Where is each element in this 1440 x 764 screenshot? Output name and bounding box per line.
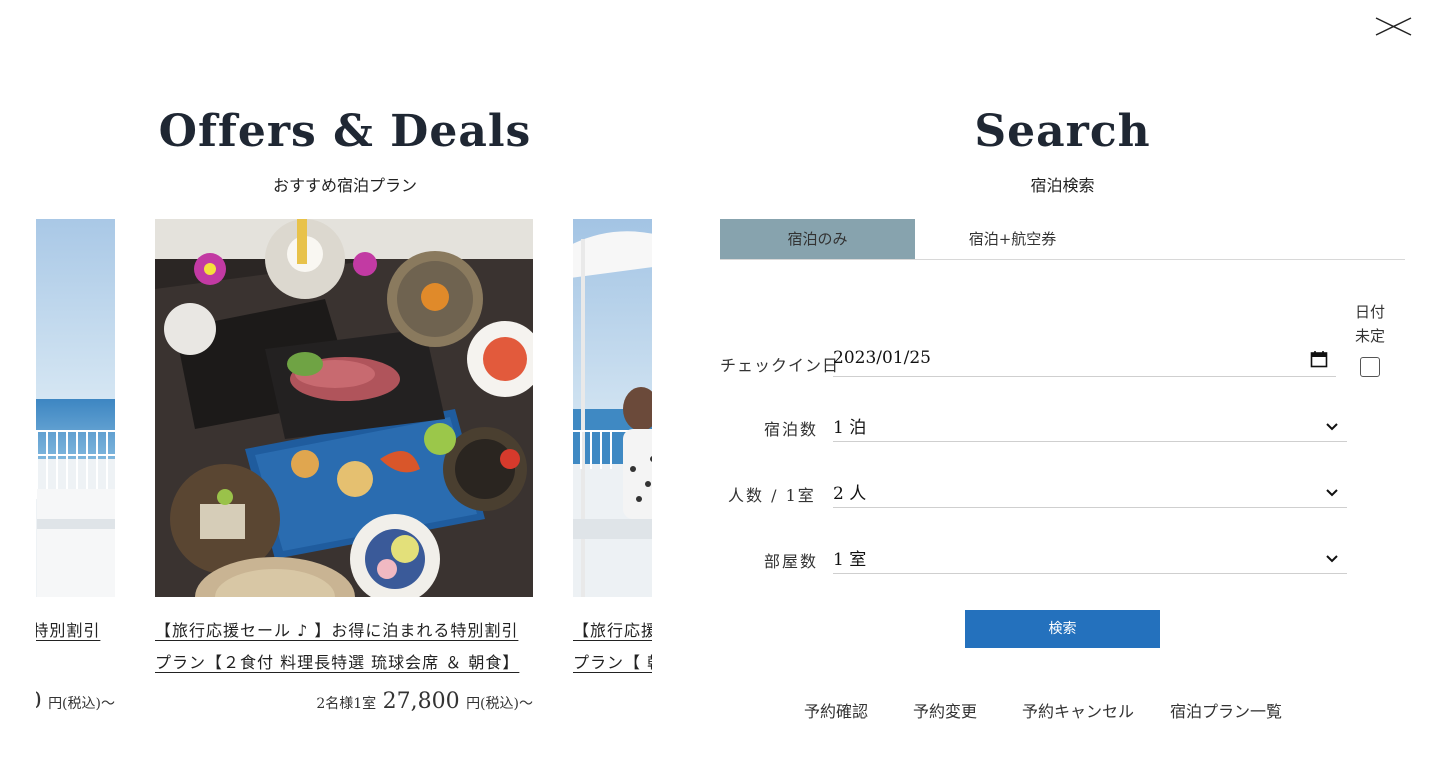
offer-card[interactable]: 【旅行応援セール ♪ 】お得に泊まれる特別割引プラン【２食付 料理長特選 琉球会… bbox=[155, 219, 533, 714]
people-value: 2 人 bbox=[833, 484, 867, 504]
rooms-select[interactable]: 1 室 bbox=[833, 542, 1347, 574]
offer-price: 0 円(税込)〜 bbox=[36, 689, 115, 714]
checkin-label: チェックイン日 bbox=[720, 356, 840, 375]
rooms-label: 部屋数 bbox=[764, 552, 819, 571]
date-undecided-label: 日付 未定 bbox=[1352, 300, 1388, 348]
checkin-date-value: 2023/01/25 bbox=[833, 348, 931, 368]
offer-price-suffix: 円(税込)〜 bbox=[48, 696, 115, 712]
chevron-down-icon bbox=[1326, 555, 1338, 563]
offer-price-suffix: 円(税込)〜 bbox=[466, 696, 533, 712]
chevron-down-icon bbox=[1326, 423, 1338, 431]
nights-label: 宿泊数 bbox=[764, 420, 819, 439]
offer-card[interactable]: 【旅行応援セール ♪ 】お得に泊まれる特別割引プラン【朝食】 0 円(税込)〜 bbox=[36, 219, 115, 714]
offer-photo-ocean[interactable] bbox=[36, 219, 115, 597]
rooms-value: 1 室 bbox=[833, 550, 867, 570]
offers-subtitle: おすすめ宿泊プラン bbox=[272, 176, 417, 195]
people-label: 人数 / 1室 bbox=[728, 486, 816, 505]
search-tabs: 宿泊のみ 宿泊+航空券 bbox=[720, 219, 1405, 260]
offer-photo-ryukyu-kaiseki[interactable] bbox=[155, 219, 533, 597]
search-button[interactable]: 検索 bbox=[965, 610, 1160, 648]
people-select[interactable]: 2 人 bbox=[833, 476, 1347, 508]
nights-select[interactable]: 1 泊 bbox=[833, 410, 1347, 442]
chevron-down-icon bbox=[1326, 489, 1338, 497]
offers-section: Offers & Deals おすすめ宿泊プラン 特別割引 円(税込)〜 【旅行… bbox=[0, 0, 690, 764]
search-title: Search bbox=[974, 106, 1151, 157]
offer-price: 2名様1室 27,800 円(税込)〜 bbox=[316, 689, 533, 714]
nights-value: 1 泊 bbox=[833, 418, 867, 438]
link-reservation-change[interactable]: 予約変更 bbox=[913, 698, 977, 722]
tab-stay-plus-flight[interactable]: 宿泊+航空券 bbox=[915, 219, 1110, 259]
offer-card[interactable]: 【旅行応援セール ♪ 】お得に泊まれる特別割引プラン【 朝食】 bbox=[573, 219, 652, 679]
date-undecided-label-line2: 未定 bbox=[1354, 327, 1385, 345]
offers-carousel[interactable]: 【旅行応援セール ♪ 】お得に泊まれる特別割引プラン【朝食】 0 円(税込)〜 bbox=[36, 219, 652, 739]
link-plan-list[interactable]: 宿泊プラン一覧 bbox=[1170, 698, 1282, 722]
offer-price-prefix: 2名様1室 bbox=[316, 696, 377, 712]
link-reservation-confirm[interactable]: 予約確認 bbox=[804, 698, 868, 722]
offer-title[interactable]: 【旅行応援セール ♪ 】お得に泊まれる特別割引プラン【 朝食】 bbox=[573, 615, 652, 679]
tab-stay-only[interactable]: 宿泊のみ bbox=[720, 219, 915, 259]
date-undecided-label-line1: 日付 bbox=[1354, 303, 1385, 321]
link-reservation-cancel[interactable]: 予約キャンセル bbox=[1022, 698, 1134, 722]
checkin-date-field[interactable]: 2023/01/25 bbox=[833, 345, 1336, 377]
calendar-icon[interactable] bbox=[1310, 350, 1328, 368]
search-subtitle: 宿泊検索 bbox=[1030, 176, 1095, 195]
offer-title[interactable]: 【旅行応援セール ♪ 】お得に泊まれる特別割引プラン【朝食】 bbox=[36, 615, 115, 679]
offers-title: Offers & Deals bbox=[158, 106, 532, 157]
offer-price-value: 27,800 bbox=[382, 689, 460, 714]
offer-photo-terrace[interactable] bbox=[573, 219, 652, 597]
offer-title[interactable]: 【旅行応援セール ♪ 】お得に泊まれる特別割引プラン【２食付 料理長特選 琉球会… bbox=[155, 615, 533, 679]
offer-price-value: 0 bbox=[36, 689, 42, 714]
search-section: Search 宿泊検索 宿泊のみ 宿泊+航空券 チェックイン日 2023/01/… bbox=[720, 0, 1410, 764]
date-undecided-checkbox[interactable] bbox=[1360, 357, 1380, 377]
